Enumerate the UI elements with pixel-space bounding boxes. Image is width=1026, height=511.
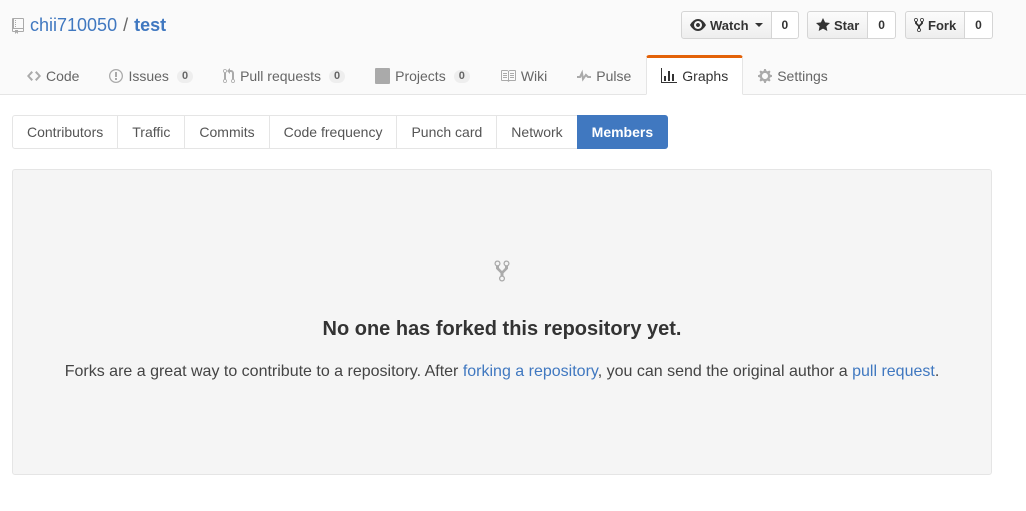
book-icon bbox=[500, 68, 516, 84]
pulse-icon bbox=[577, 68, 592, 84]
repo-title: chii710050 / test bbox=[12, 14, 166, 36]
tab-issues[interactable]: Issues 0 bbox=[94, 55, 208, 95]
star-group: Star 0 bbox=[807, 11, 896, 39]
subnav-commits[interactable]: Commits bbox=[184, 115, 270, 149]
watch-count[interactable]: 0 bbox=[771, 11, 800, 39]
fork-group: Fork 0 bbox=[905, 11, 993, 39]
blankslate-text: Forks are a great way to contribute to a… bbox=[13, 363, 991, 381]
tab-wiki-label: Wiki bbox=[520, 68, 548, 84]
tab-projects[interactable]: Projects 0 bbox=[360, 55, 485, 95]
tab-code[interactable]: Code bbox=[12, 55, 94, 95]
star-label: Star bbox=[834, 17, 860, 33]
tab-issues-label: Issues bbox=[128, 68, 169, 84]
projects-counter: 0 bbox=[453, 69, 470, 83]
subnav-traffic[interactable]: Traffic bbox=[117, 115, 186, 149]
repo-header: chii710050 / test Watch 0 Star 0 Fork 0 … bbox=[0, 0, 1026, 95]
pull-request-link[interactable]: pull request bbox=[852, 363, 935, 380]
subnav-code-frequency[interactable]: Code frequency bbox=[268, 115, 398, 149]
code-icon bbox=[27, 68, 41, 84]
pull-request-icon bbox=[223, 68, 236, 84]
repo-owner-link[interactable]: chii710050 bbox=[30, 14, 117, 36]
repo-name-link[interactable]: test bbox=[134, 14, 166, 36]
forking-a-repository-link[interactable]: forking a repository bbox=[463, 363, 598, 380]
watch-button[interactable]: Watch bbox=[681, 11, 772, 39]
path-separator: / bbox=[123, 15, 129, 35]
chevron-down-icon bbox=[754, 23, 763, 27]
fork-icon bbox=[493, 259, 511, 286]
tab-settings[interactable]: Settings bbox=[743, 55, 843, 95]
tab-projects-label: Projects bbox=[395, 68, 446, 84]
issues-counter: 0 bbox=[176, 69, 194, 83]
graph-icon bbox=[661, 68, 678, 84]
fork-icon bbox=[914, 17, 924, 33]
blankslate-text-part: . bbox=[934, 363, 940, 380]
fork-label: Fork bbox=[928, 17, 957, 33]
subnav-punch-card[interactable]: Punch card bbox=[396, 115, 498, 149]
star-button[interactable]: Star bbox=[807, 11, 869, 39]
star-icon bbox=[816, 17, 830, 33]
tab-graphs-label: Graphs bbox=[682, 68, 729, 84]
tab-code-label: Code bbox=[46, 68, 80, 84]
blankslate: No one has forked this repository yet. F… bbox=[12, 169, 992, 475]
issue-icon bbox=[109, 68, 124, 84]
tab-pull-requests-label: Pull requests bbox=[240, 68, 321, 84]
subnav-members[interactable]: Members bbox=[576, 115, 669, 149]
pull-requests-counter: 0 bbox=[329, 69, 346, 83]
blankslate-text-part: , you can send the original author a bbox=[597, 363, 853, 380]
blankslate-heading: No one has forked this repository yet. bbox=[322, 318, 682, 340]
gear-icon bbox=[758, 68, 773, 84]
star-count[interactable]: 0 bbox=[868, 11, 896, 39]
project-icon bbox=[375, 68, 391, 84]
tab-pulse[interactable]: Pulse bbox=[562, 55, 646, 95]
tab-wiki[interactable]: Wiki bbox=[485, 55, 562, 95]
fork-button[interactable]: Fork bbox=[905, 11, 966, 39]
watch-label: Watch bbox=[710, 17, 749, 33]
tab-pull-requests[interactable]: Pull requests 0 bbox=[208, 55, 360, 95]
repo-icon bbox=[12, 17, 24, 34]
blankslate-text-part: Forks are a great way to contribute to a… bbox=[64, 363, 463, 380]
subnav-contributors[interactable]: Contributors bbox=[12, 115, 119, 149]
subnav-network[interactable]: Network bbox=[496, 115, 578, 149]
tab-settings-label: Settings bbox=[777, 68, 828, 84]
graphs-subnav: Contributors Traffic Commits Code freque… bbox=[12, 115, 669, 149]
fork-count[interactable]: 0 bbox=[965, 11, 993, 39]
tab-graphs[interactable]: Graphs bbox=[646, 55, 744, 95]
repo-nav: Code Issues 0 Pull requests 0 Projects 0 bbox=[12, 55, 843, 95]
tab-pulse-label: Pulse bbox=[596, 68, 632, 84]
watch-group: Watch 0 bbox=[681, 11, 800, 39]
eye-icon bbox=[690, 17, 706, 33]
